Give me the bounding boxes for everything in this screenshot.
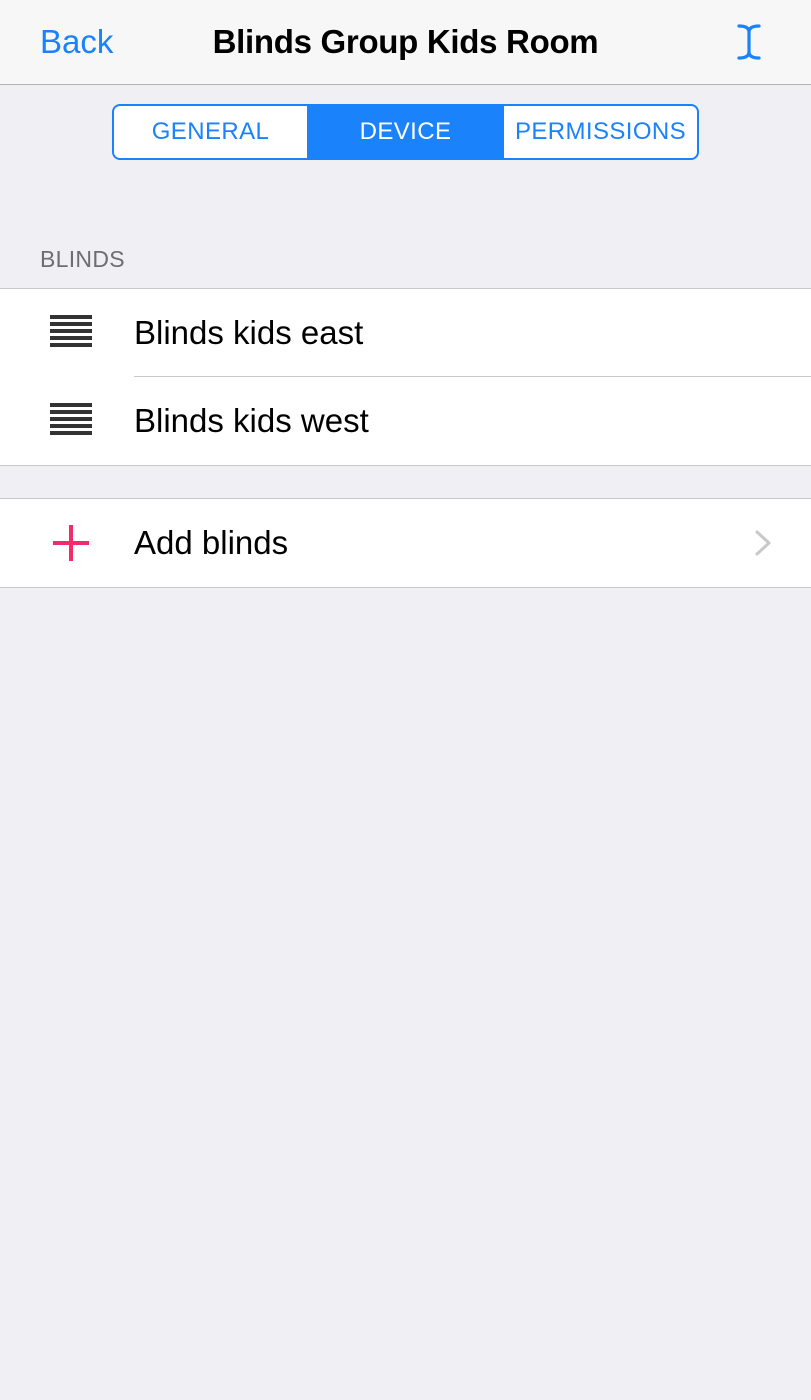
list-item-label: Blinds kids east: [134, 314, 364, 351]
list-item[interactable]: Blinds kids east: [0, 289, 811, 377]
blinds-list: Blinds kids east Blinds kids west: [0, 288, 811, 466]
text-cursor-icon[interactable]: [734, 22, 764, 62]
list-item[interactable]: Blinds kids west: [0, 377, 811, 465]
tab-general[interactable]: GENERAL: [114, 106, 307, 158]
add-blinds-row[interactable]: Add blinds: [0, 499, 811, 587]
segmented-control: GENERAL DEVICE PERMISSIONS: [112, 104, 699, 160]
list-item-label: Blinds kids west: [134, 402, 369, 439]
add-blinds-label: Add blinds: [134, 524, 289, 561]
tab-permissions[interactable]: PERMISSIONS: [502, 106, 697, 158]
plus-icon: [53, 525, 89, 561]
page-title: Blinds Group Kids Room: [212, 23, 599, 60]
blinds-icon: [50, 403, 92, 435]
add-blinds-group: Add blinds: [0, 498, 811, 588]
tab-device[interactable]: DEVICE: [307, 106, 502, 158]
chevron-right-icon: [755, 530, 771, 556]
blinds-icon: [50, 315, 92, 347]
section-header-blinds: BLINDS: [40, 246, 125, 272]
navigation-bar: Back Blinds Group Kids Room: [0, 0, 811, 85]
